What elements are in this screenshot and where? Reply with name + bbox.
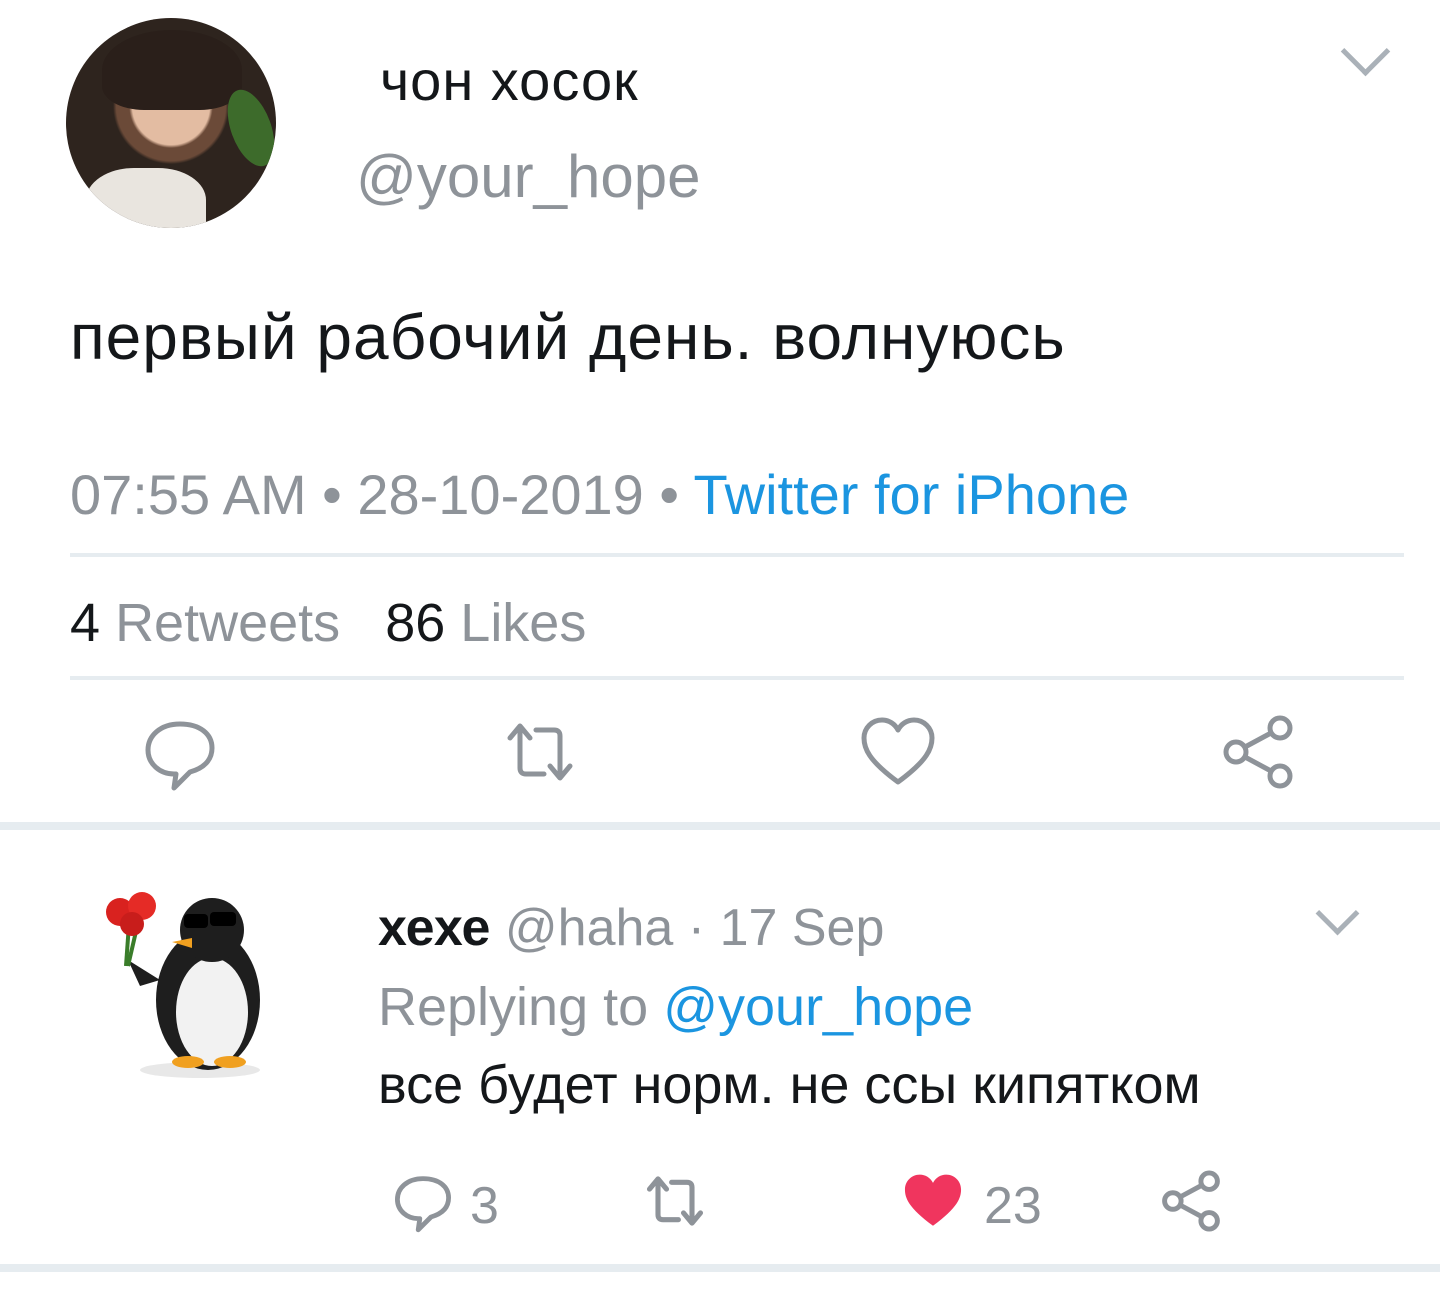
- reply-retweet-button[interactable]: [640, 1166, 710, 1236]
- divider: [70, 676, 1404, 680]
- tweet-meta: 07:55 AM • 28-10-2019 • Twitter for iPho…: [70, 462, 1129, 527]
- like-button[interactable]: [858, 712, 938, 792]
- likes-stat[interactable]: 86 Likes: [385, 593, 586, 653]
- retweets-stat[interactable]: 4 Retweets: [70, 593, 340, 653]
- replying-prefix: Replying to: [378, 977, 649, 1037]
- reply-date[interactable]: 17 Sep: [720, 899, 885, 957]
- reply-count: 3: [470, 1177, 499, 1235]
- like-icon-filled: [904, 1174, 962, 1226]
- reply-display-name[interactable]: хехе: [378, 899, 490, 957]
- tweet-date[interactable]: 28-10-2019: [357, 463, 643, 526]
- chevron-down-icon[interactable]: [1315, 891, 1360, 936]
- replying-mention-link[interactable]: @your_hope: [663, 977, 973, 1037]
- meta-separator: •: [659, 463, 679, 526]
- tweet-time: 07:55 AM: [70, 463, 307, 526]
- retweet-icon: [507, 723, 573, 781]
- avatar-shirt: [86, 168, 206, 228]
- share-icon: [1223, 715, 1293, 789]
- reply-author-avatar[interactable]: [100, 890, 290, 1090]
- retweets-count: 4: [70, 593, 101, 653]
- author-handle[interactable]: @your_hope: [356, 142, 700, 211]
- reply-button[interactable]: [140, 712, 220, 792]
- section-divider: [0, 1264, 1440, 1272]
- author-avatar[interactable]: [66, 18, 276, 228]
- tweet-stats: 4 Retweets 86 Likes: [70, 592, 586, 654]
- tweet-text: первый рабочий день. волнуюсь: [70, 301, 1066, 373]
- likes-count: 86: [385, 593, 446, 653]
- like-icon: [861, 717, 935, 785]
- reply-share-button[interactable]: [1156, 1166, 1226, 1236]
- reply-header: хехе @haha · 17 Sep: [378, 898, 884, 958]
- avatar-hair: [102, 30, 242, 110]
- retweets-label: Retweets: [115, 593, 341, 653]
- section-divider: [0, 822, 1440, 830]
- reply-text: все будет норм. не ссы кипятком: [378, 1055, 1201, 1115]
- reply-separator: ·: [687, 899, 706, 957]
- replying-to-line: Replying to @your_hope: [378, 976, 973, 1038]
- penguin-avatar-image: [106, 892, 260, 1078]
- tweet-source-link[interactable]: Twitter for iPhone: [694, 463, 1130, 526]
- reply-icon: [145, 721, 215, 791]
- author-display-name[interactable]: чон хосок: [380, 48, 639, 113]
- reply-likes-count: 23: [984, 1177, 1042, 1235]
- reply-reply-button[interactable]: [388, 1166, 458, 1236]
- divider: [70, 553, 1404, 557]
- share-button[interactable]: [1218, 712, 1298, 792]
- share-icon: [1162, 1170, 1220, 1232]
- reply-like-button[interactable]: [898, 1166, 968, 1236]
- retweet-button[interactable]: [500, 712, 580, 792]
- chevron-down-icon[interactable]: [1340, 26, 1391, 77]
- meta-separator: •: [322, 463, 342, 526]
- likes-label: Likes: [460, 593, 587, 653]
- reply-handle[interactable]: @haha: [505, 899, 673, 957]
- retweet-icon: [646, 1176, 704, 1226]
- reply-icon: [395, 1176, 451, 1233]
